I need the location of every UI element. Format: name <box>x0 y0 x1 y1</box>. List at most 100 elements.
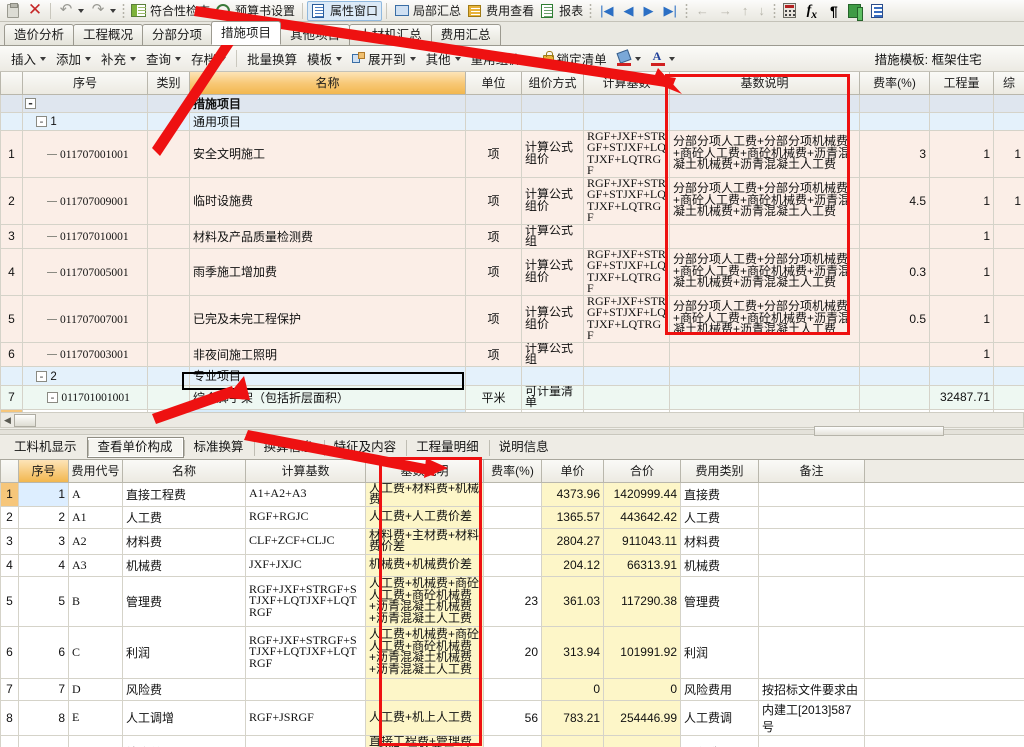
cell-quantity[interactable]: 1 <box>929 176 994 225</box>
cell-seq[interactable]: 6 <box>18 625 69 679</box>
row-header[interactable] <box>0 93 23 113</box>
cell-rate[interactable]: 0.3 <box>859 247 930 296</box>
cell-seq[interactable]: 4 <box>18 553 69 577</box>
report-button[interactable]: 报表 <box>537 1 586 21</box>
cell-note[interactable] <box>758 625 865 679</box>
chevron-down-icon[interactable] <box>454 56 461 61</box>
delete-button[interactable]: ✕ <box>24 1 46 21</box>
cell-base-desc[interactable] <box>669 111 860 131</box>
cell-base[interactable] <box>245 677 366 701</box>
compliance-check-button[interactable]: 符合性检查 <box>128 1 213 21</box>
cell-method[interactable]: 可计量清单 <box>521 384 584 410</box>
cell-total-price[interactable]: 101991.92 <box>603 625 681 679</box>
cell-extra[interactable] <box>993 111 1024 131</box>
cell-name[interactable]: 管理费 <box>122 575 246 627</box>
cell-base[interactable]: RGF+JXF+STRGF+STJXF+LQTJXF+LQTRGF <box>583 294 670 343</box>
template-menu[interactable]: 模板 <box>302 48 347 70</box>
lock-list-button[interactable]: 锁定清单 <box>536 48 612 70</box>
row-header[interactable]: 3 <box>0 223 23 249</box>
cell-category[interactable] <box>147 384 190 410</box>
cell-rate[interactable]: 4.5 <box>859 176 930 225</box>
row-header[interactable]: 4 <box>0 247 23 296</box>
col-header-8[interactable]: 费用类别 <box>680 460 759 483</box>
cell-category[interactable] <box>147 294 190 343</box>
cell-rate[interactable]: 23 <box>483 575 542 627</box>
cell-name[interactable]: 人工费 <box>122 505 246 529</box>
cell-extra[interactable] <box>993 341 1024 367</box>
cell-name[interactable]: 风险费 <box>122 677 246 701</box>
cell-total-price[interactable]: 254446.99 <box>603 699 681 736</box>
cell-extra[interactable]: 1 <box>993 129 1024 178</box>
cell-base-desc[interactable]: 人工费+机械费+商砼人工费+商砼机械费+沥青混凝土机械费+沥青混凝土人工费 <box>365 575 484 627</box>
chevron-down-icon[interactable] <box>668 56 675 61</box>
cell-quantity[interactable] <box>929 93 994 113</box>
cell-name[interactable]: 专业项目 <box>189 365 466 386</box>
cell-quantity[interactable] <box>929 111 994 131</box>
row-header[interactable]: 4 <box>0 553 19 577</box>
measure-items-grid[interactable]: 序号 类别 名称 单位 组价方式 计算基数 基数说明 费率(%) 工程量综 - 措施项目 - 1通… <box>0 72 1024 420</box>
cell-note[interactable]: 按招标文件要求由 <box>758 677 865 701</box>
formula-button[interactable]: fx <box>801 1 823 21</box>
cell-base-desc[interactable] <box>365 677 484 701</box>
cell-base[interactable]: RGF+RGJC <box>245 505 366 529</box>
cell-name[interactable]: 综合单价 <box>122 734 246 747</box>
chevron-down-icon[interactable] <box>40 56 47 61</box>
cell-fee-category[interactable]: 人工费 <box>680 505 759 529</box>
paste-button[interactable] <box>2 1 24 21</box>
cell-quantity[interactable] <box>929 365 994 386</box>
add-menu[interactable]: 添加 <box>51 48 96 70</box>
cell-rate[interactable]: 0.5 <box>859 294 930 343</box>
cell-rate[interactable] <box>483 553 542 577</box>
cell-fee-code[interactable]: A <box>68 481 123 507</box>
col-header-2[interactable]: 名称 <box>189 72 466 95</box>
col-header-9[interactable]: 备注 <box>758 460 865 483</box>
cell-method[interactable]: 计算公式组 <box>521 223 584 249</box>
cell-name[interactable]: 综合脚手架（包括折层面积） <box>189 384 466 410</box>
cell-fee-category[interactable]: 管理费 <box>680 575 759 627</box>
cell-fee-category[interactable]: 人工费调 <box>680 699 759 736</box>
cell-fee-code[interactable]: B <box>68 575 123 627</box>
col-header-3[interactable]: 单位 <box>465 72 522 95</box>
cell-unit-price[interactable]: 1365.57 <box>541 505 604 529</box>
col-header-3[interactable]: 计算基数 <box>245 460 366 483</box>
row-header[interactable]: 3 <box>0 527 19 555</box>
cell-category[interactable] <box>147 111 190 131</box>
chevron-down-icon[interactable] <box>524 56 531 61</box>
col-header-9[interactable]: 综 <box>993 72 1024 95</box>
cell-base[interactable]: RGF+JXF+STRGF+STJXF+LQTJXF+LQTRGF <box>583 176 670 225</box>
table-row[interactable]: - 1 通用项目 <box>0 111 1024 131</box>
panel-splitter[interactable] <box>0 426 1024 436</box>
chevron-down-icon[interactable] <box>634 56 641 61</box>
cell-unit[interactable]: 项 <box>465 247 522 296</box>
nav-next-button[interactable]: ▶ <box>638 1 658 21</box>
cell-extra[interactable] <box>993 384 1024 410</box>
col-header-2[interactable]: 名称 <box>122 460 246 483</box>
table-row[interactable]: 4 011707005001 雨季施工增加费项计算公式组价 RGF+JXF+STRGF… <box>0 247 1024 296</box>
font-color-button[interactable] <box>646 48 680 70</box>
cell-extra[interactable] <box>993 247 1024 296</box>
cell-rate[interactable] <box>859 223 930 249</box>
cell-rate[interactable] <box>859 384 930 410</box>
undo-button[interactable]: ↶ <box>55 1 87 21</box>
other-menu[interactable]: 其他 <box>421 48 466 70</box>
cell-fee-code[interactable]: C <box>68 625 123 679</box>
table-row[interactable]: 6 011707003001 非夜间施工照明项计算公式组 1 <box>0 341 1024 367</box>
cell-rate[interactable] <box>483 677 542 701</box>
col-header-4[interactable]: 基数说明 <box>365 460 484 483</box>
tab-zaojia-fenxi[interactable]: 造价分析 <box>4 24 75 45</box>
cell-seq[interactable]: 9 <box>18 734 69 747</box>
cell-base-desc[interactable]: 人工费+材料费+机械费 <box>365 481 484 507</box>
cell-unit-price[interactable]: 0 <box>541 677 604 701</box>
cell-base[interactable] <box>583 223 670 249</box>
cell-extra[interactable] <box>993 294 1024 343</box>
cell-base-desc[interactable]: 材料费+主材费+材料费价差 <box>365 527 484 555</box>
cell-unit[interactable] <box>465 365 522 386</box>
col-header-7[interactable]: 合价 <box>603 460 681 483</box>
cell-method[interactable]: 计算公式组价 <box>521 129 584 178</box>
cell-base[interactable]: RGF+JXF+STRGF+STJXF+LQTJXF+LQTRGF <box>583 129 670 178</box>
cell-extra[interactable] <box>993 365 1024 386</box>
table-row[interactable]: 5 5 B 管理费 RGF+JXF+STRGF+STJXF+LQTJXF+LQTRGF 人… <box>0 575 1024 627</box>
cell-name[interactable]: 机械费 <box>122 553 246 577</box>
table-row[interactable]: 3 3 A2 材料费 CLF+ZCF+CLJC 材料费+主材费+材料费价差 2804.27 9… <box>0 527 1024 555</box>
col-header-6[interactable]: 单价 <box>541 460 604 483</box>
